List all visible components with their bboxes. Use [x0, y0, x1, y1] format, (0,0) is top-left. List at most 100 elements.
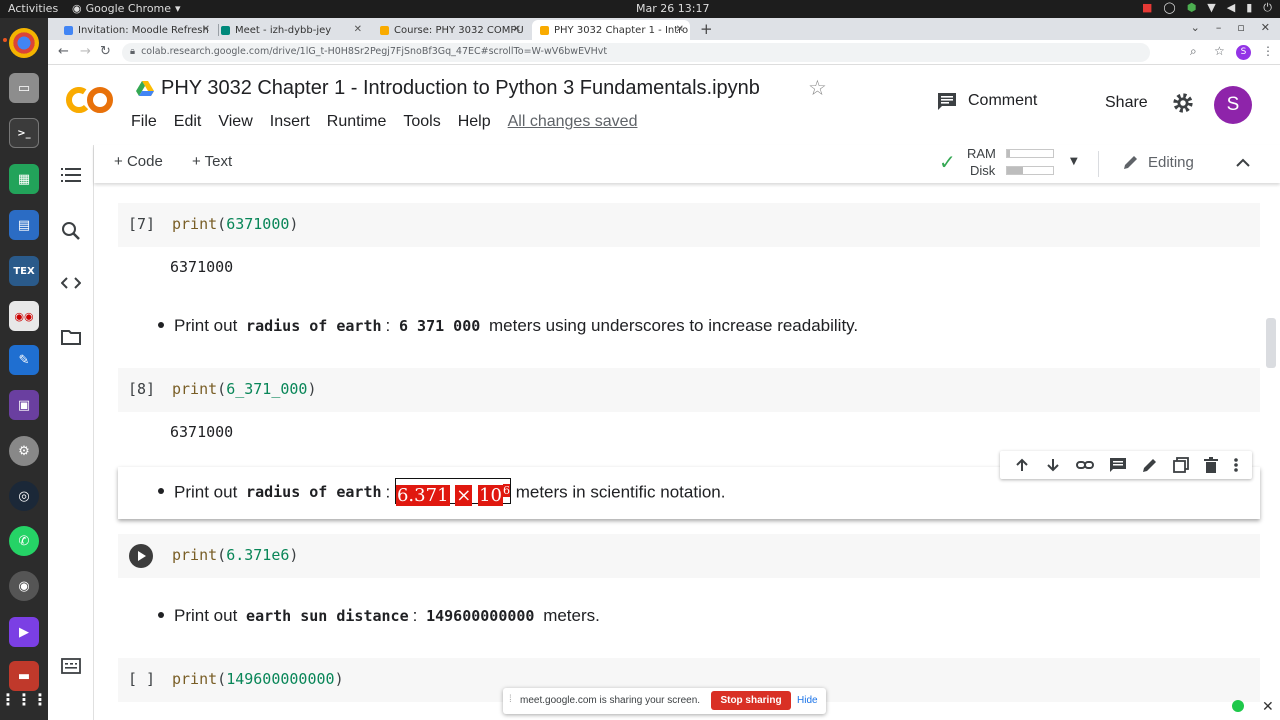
zoom-icon[interactable]: ⌕	[1190, 44, 1197, 59]
google-drive-icon[interactable]	[136, 81, 154, 97]
spreadsheet-dock-icon[interactable]: ▦	[9, 164, 39, 194]
browser-menu-icon[interactable]: ⋮	[1262, 44, 1274, 58]
stop-sharing-button[interactable]: Stop sharing	[711, 691, 791, 710]
code-cell[interactable]: print(6.371e6)	[118, 534, 1260, 578]
text-editor-dock-icon[interactable]: ✎	[9, 345, 39, 375]
code-line[interactable]: print(6371000)	[172, 215, 298, 233]
editing-mode-button[interactable]: Editing	[1122, 153, 1194, 171]
link-icon[interactable]	[1075, 457, 1094, 473]
text-cell-bullet[interactable]: Print out earth sun distance: 1496000000…	[158, 606, 600, 626]
settings-dock-icon[interactable]: ⚙	[9, 436, 39, 466]
terminal-dock-icon[interactable]: >_	[9, 118, 39, 148]
maximize-icon[interactable]: ▫	[1237, 21, 1244, 34]
checkmark-icon: ✓	[939, 150, 956, 174]
close-tab-icon[interactable]: ✕	[676, 24, 684, 35]
profile-avatar[interactable]: S	[1236, 45, 1251, 60]
comment-button[interactable]: Comment	[936, 91, 1037, 111]
tab-moodle-invitation[interactable]: Invitation: Moodle Refresh ✕	[56, 20, 216, 40]
menu-file[interactable]: File	[131, 113, 157, 131]
files-folder-icon[interactable]	[61, 329, 81, 345]
gear-icon[interactable]	[1172, 92, 1194, 114]
mirror-cell-icon[interactable]	[1172, 457, 1189, 473]
document-viewer-dock-icon[interactable]: ◉◉	[9, 301, 39, 331]
screen-recorder-dock-icon[interactable]: ▶	[9, 617, 39, 647]
tab-search-icon[interactable]: ⌄	[1191, 21, 1200, 34]
ubuntu-dock: ▭ >_ ▦ ▤ TEX ◉◉ ✎ ▣ ⚙ ◎ ✆ ◉ ▶ ▬ ⋮⋮⋮	[0, 18, 48, 720]
texmaker-dock-icon[interactable]: TEX	[9, 256, 39, 286]
app-menu[interactable]: ◉ Google Chrome ▾	[72, 2, 181, 15]
system-tray[interactable]: ■ ◯ ⬢ ▼ ◀ ▮ ⏻	[1142, 1, 1272, 15]
show-apps-icon[interactable]: ⋮⋮⋮	[0, 684, 48, 714]
close-tab-icon[interactable]: ✕	[513, 24, 521, 35]
tab-colab-active[interactable]: PHY 3032 Chapter 1 - Intro ✕	[532, 20, 690, 40]
resource-monitor[interactable]: ✓ RAM Disk ▼	[939, 145, 1089, 183]
command-palette-icon[interactable]	[61, 658, 81, 674]
more-vert-icon[interactable]	[1233, 457, 1239, 473]
comment-icon[interactable]	[1109, 457, 1127, 473]
chevron-up-icon[interactable]	[1235, 155, 1251, 171]
steam-dock-icon[interactable]: ◎	[9, 481, 39, 511]
back-arrow-icon[interactable]: ←	[58, 44, 69, 59]
text-cell-bullet[interactable]: Print out radius of earth: 6 371 000 met…	[158, 316, 858, 336]
volume-icon: ◀	[1226, 1, 1236, 14]
code-cell[interactable]: [7] print(6371000)	[118, 203, 1260, 247]
code-line[interactable]: print(149600000000)	[172, 670, 344, 688]
table-of-contents-icon[interactable]	[61, 167, 81, 183]
writer-dock-icon[interactable]: ▤	[9, 210, 39, 240]
code-cell[interactable]: [8] print(6_371_000)	[118, 368, 1260, 412]
new-tab-button[interactable]: +	[700, 20, 713, 38]
notebook-title[interactable]: PHY 3032 Chapter 1 - Introduction to Pyt…	[161, 77, 760, 100]
ram-usage-bar	[1006, 149, 1054, 158]
pencil-icon[interactable]	[1142, 457, 1158, 473]
math-exponent: 6	[502, 484, 510, 497]
run-cell-button[interactable]	[129, 544, 153, 568]
reload-icon[interactable]: ↻	[100, 44, 111, 59]
menu-runtime[interactable]: Runtime	[327, 113, 387, 131]
code-snippets-icon[interactable]	[61, 275, 81, 291]
disk-utility-dock-icon[interactable]: ◉	[9, 571, 39, 601]
hide-button[interactable]: Hide	[797, 695, 818, 706]
chrome-dock-icon[interactable]	[9, 28, 39, 58]
menu-view[interactable]: View	[218, 113, 252, 131]
cell-output: 6371000	[170, 258, 234, 276]
code-line[interactable]: print(6_371_000)	[172, 380, 317, 398]
tab-course[interactable]: Course: PHY 3032 COMPU ✕	[372, 20, 527, 40]
address-bar[interactable]: 🔒︎ colab.research.google.com/drive/1lG_t-…	[122, 43, 1150, 62]
close-tab-icon[interactable]: ✕	[202, 24, 210, 35]
tab-meet[interactable]: Meet - izh-dybb-jey ✕	[213, 20, 368, 40]
files-dock-icon[interactable]: ▭	[9, 73, 39, 103]
menu-edit[interactable]: Edit	[174, 113, 202, 131]
menu-tools[interactable]: Tools	[403, 113, 440, 131]
arrow-down-icon[interactable]	[1045, 457, 1061, 473]
add-text-cell-button[interactable]: + Text	[192, 153, 232, 170]
account-avatar[interactable]: S	[1214, 86, 1252, 124]
search-icon[interactable]	[61, 221, 81, 241]
close-tab-icon[interactable]: ✕	[354, 24, 362, 35]
close-icon[interactable]: ✕	[1262, 699, 1274, 715]
arrow-up-icon[interactable]	[1014, 457, 1030, 473]
star-icon[interactable]: ☆	[808, 76, 827, 100]
menu-help[interactable]: Help	[458, 113, 491, 131]
menu-insert[interactable]: Insert	[270, 113, 310, 131]
code-argument: 6.371e6	[226, 546, 290, 564]
activities-button[interactable]: Activities	[8, 2, 58, 15]
clock[interactable]: Mar 26 13:17	[636, 2, 709, 15]
share-button[interactable]: Share	[1105, 94, 1148, 112]
add-code-cell-button[interactable]: + Code	[114, 153, 163, 170]
minimize-icon[interactable]: –	[1216, 21, 1222, 34]
trash-icon[interactable]	[1203, 457, 1218, 473]
caret-down-icon[interactable]: ▼	[1070, 156, 1078, 167]
shield-tray-icon: ⬢	[1186, 1, 1197, 14]
drag-handle-icon[interactable]: ⁞	[509, 694, 512, 705]
forward-arrow-icon[interactable]: →	[80, 44, 91, 59]
bookmark-star-icon[interactable]: ☆	[1214, 44, 1225, 58]
whatsapp-dock-icon[interactable]: ✆	[9, 526, 39, 556]
close-window-icon[interactable]: ✕	[1261, 21, 1270, 34]
colab-logo-icon[interactable]	[66, 83, 114, 117]
video-dock-icon[interactable]: ▣	[9, 390, 39, 420]
notebook-scrollbar[interactable]	[1266, 318, 1276, 368]
save-status-link[interactable]: All changes saved	[508, 113, 638, 131]
code-function: print	[172, 215, 218, 233]
connection-status-dot	[1232, 700, 1244, 712]
code-line[interactable]: print(6.371e6)	[172, 546, 298, 564]
